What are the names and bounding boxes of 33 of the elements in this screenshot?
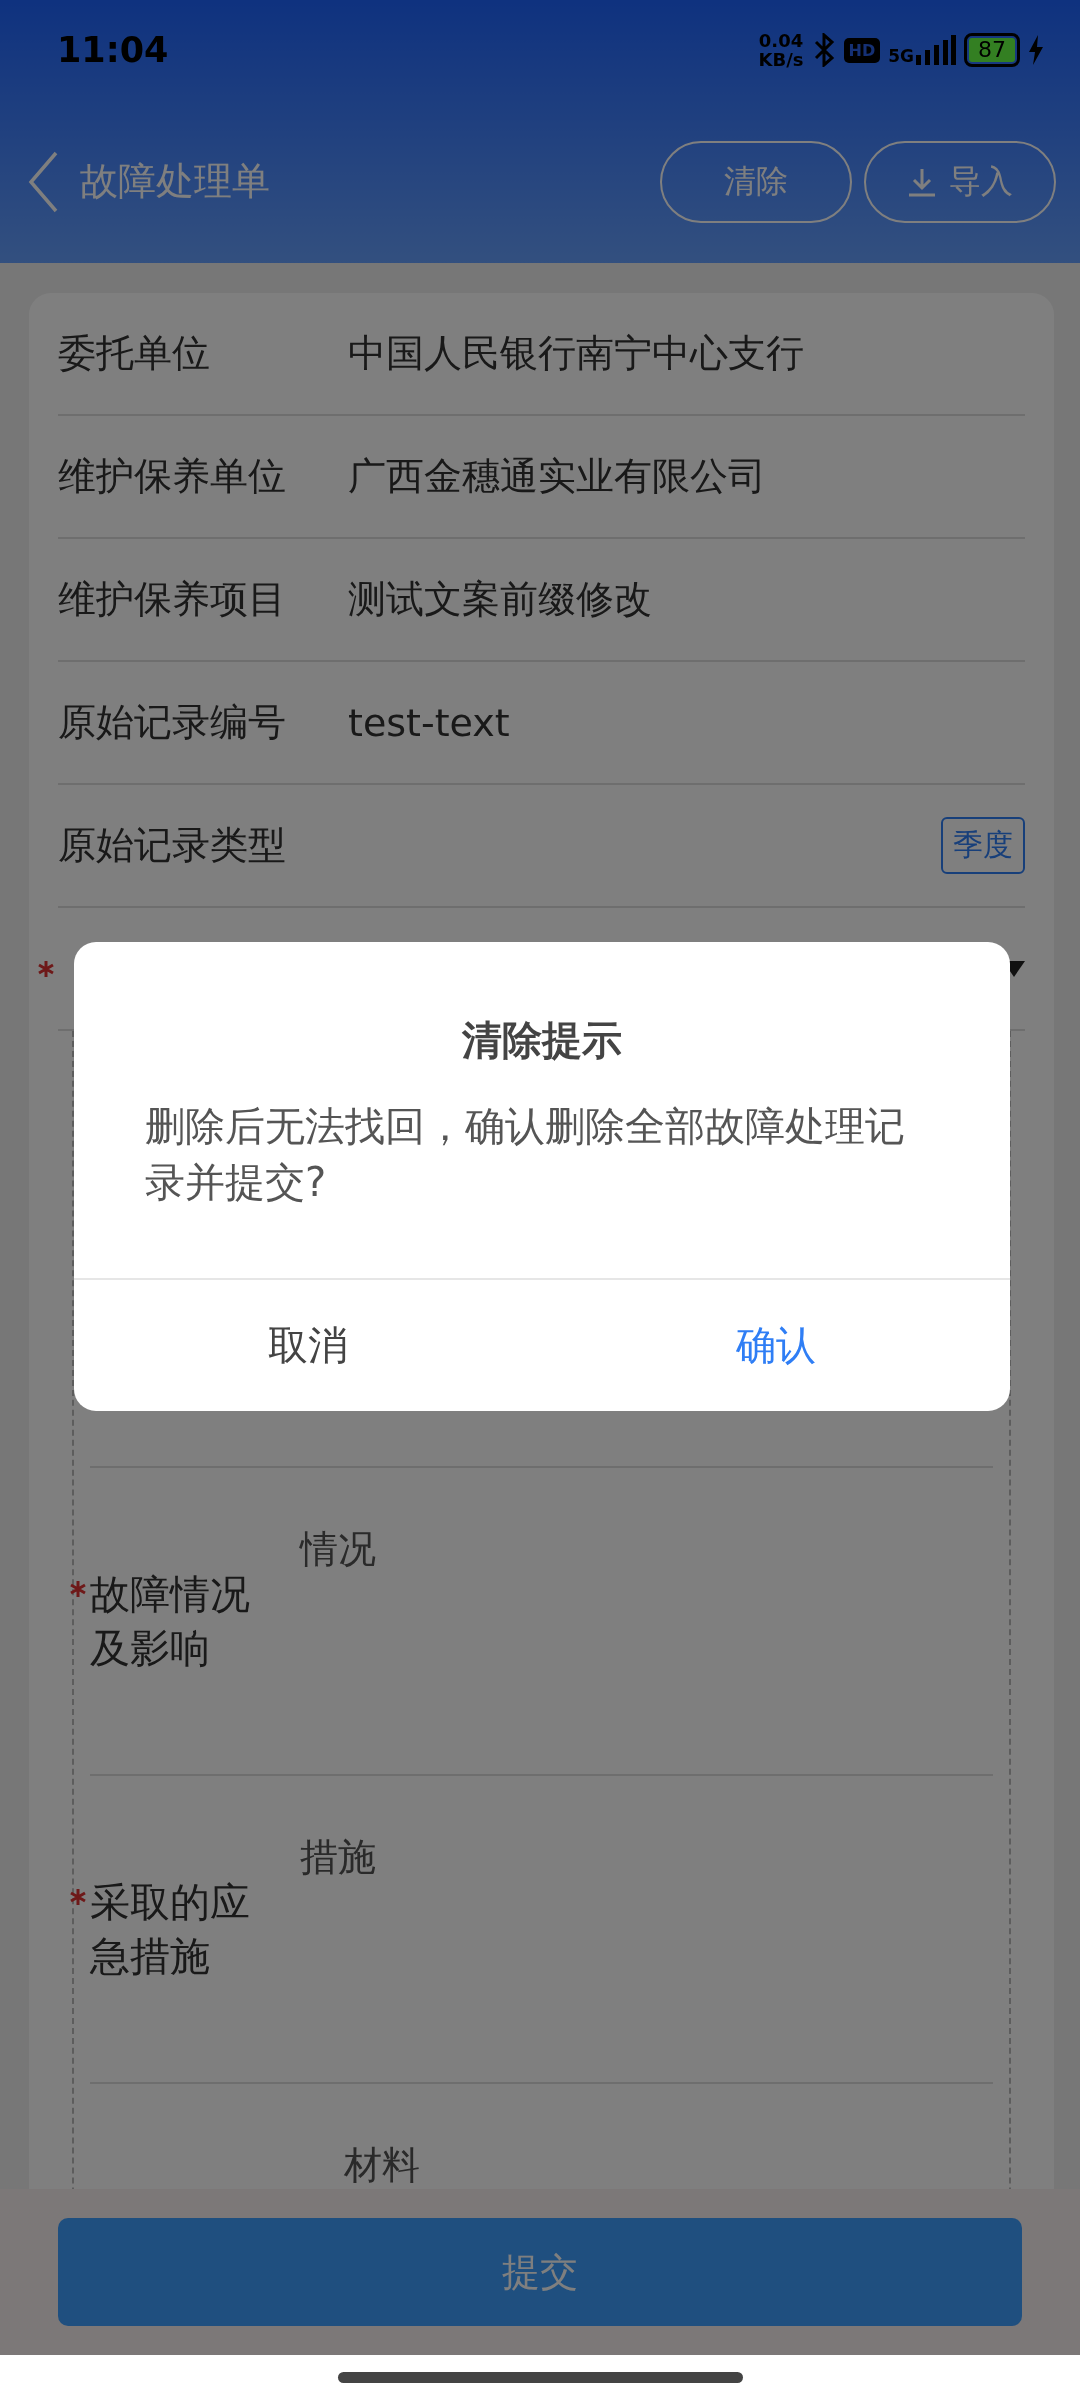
- import-button[interactable]: 导入: [864, 140, 1056, 223]
- network-type: 5G: [888, 47, 914, 65]
- field-label: 委托单位: [58, 330, 211, 377]
- hd-badge: HD: [843, 37, 881, 63]
- back-icon[interactable]: [28, 150, 58, 213]
- network-speed-unit: KB/s: [758, 50, 804, 69]
- battery-icon: 87: [964, 33, 1020, 67]
- dialog-title: 清除提示: [461, 1016, 623, 1065]
- field-value: test-text: [348, 700, 511, 745]
- field-value: 中国人民银行南宁中心支行: [348, 330, 805, 377]
- submit-button[interactable]: 提交: [58, 2218, 1022, 2326]
- field-label: 采取的应急措施: [90, 1878, 251, 1981]
- field-label: 维护保养单位: [58, 453, 287, 500]
- field-label: 维护保养项目: [58, 576, 287, 623]
- page-title: 故障处理单: [80, 158, 271, 205]
- charging-icon: [1028, 35, 1044, 65]
- field-label: 原始记录类型: [58, 822, 287, 869]
- text-area-placeholder[interactable]: 措施: [300, 1834, 376, 1880]
- download-icon: [907, 166, 937, 197]
- cancel-button[interactable]: 取消: [74, 1280, 542, 1411]
- network-speed: 0.04: [758, 31, 804, 50]
- text-area-placeholder[interactable]: 情况: [300, 1526, 376, 1572]
- field-label: 故障情况及影响: [90, 1570, 251, 1673]
- clock-time: 11:04: [57, 30, 169, 70]
- confirm-button[interactable]: 确认: [542, 1280, 1010, 1411]
- dialog-message: 删除后无法找回，确认删除全部故障处理记录并提交?: [144, 1102, 906, 1207]
- signal-icon: [916, 35, 956, 65]
- field-value: 广西金穗通实业有限公司: [348, 453, 767, 500]
- field-value: 测试文案前缀修改: [348, 576, 653, 623]
- text-area-placeholder[interactable]: 材料: [344, 2142, 420, 2188]
- clear-button[interactable]: 清除: [660, 140, 852, 223]
- record-type-tag: 季度: [941, 817, 1025, 874]
- field-label: 原始记录编号: [58, 699, 287, 746]
